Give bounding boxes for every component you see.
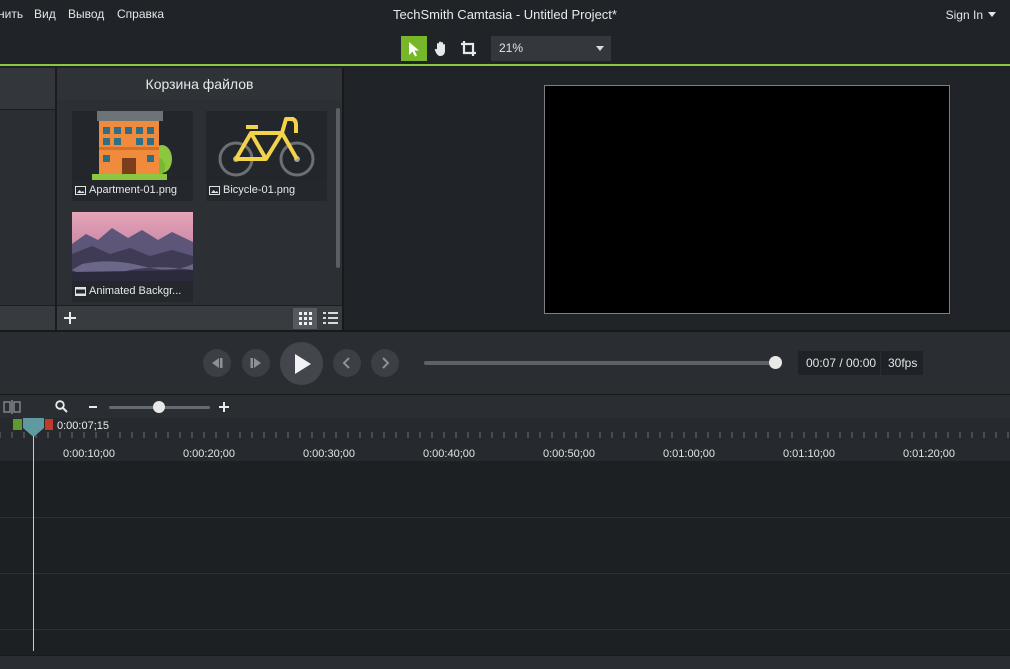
in-point-marker[interactable] <box>13 419 22 430</box>
plus-icon <box>219 402 229 412</box>
image-file-icon <box>75 185 86 195</box>
playback-controls: 00:07 / 00:00 30fps <box>0 330 1010 394</box>
zoom-out-button[interactable] <box>87 400 101 414</box>
media-thumbnail <box>72 212 193 281</box>
add-media-button[interactable] <box>61 309 79 327</box>
plus-icon <box>64 312 76 324</box>
zoom-value: 21% <box>499 41 524 55</box>
time-readout: 00:07 / 00:00 <box>798 351 880 375</box>
track-divider <box>0 573 1010 574</box>
menu-export[interactable]: Вывод <box>68 7 104 21</box>
timeline-zoom-handle[interactable] <box>153 401 165 413</box>
canvas-area <box>342 68 1010 330</box>
chevron-left-icon <box>342 357 350 369</box>
media-thumbnail <box>72 111 193 180</box>
chevron-right-icon <box>382 357 390 369</box>
mountain-landscape-image <box>72 212 193 281</box>
media-item-label: Animated Backgr... <box>75 284 191 298</box>
media-thumbnail <box>206 111 327 180</box>
timeline-ruler[interactable]: 0:00:10;00 0:00:20;00 0:00:30;00 0:00:40;00… <box>0 418 1010 461</box>
ruler-ticks <box>0 432 1009 438</box>
grid-icon <box>298 312 312 325</box>
pan-tool-button[interactable] <box>428 36 454 61</box>
ruler-label: 0:00:10;00 <box>63 448 115 460</box>
video-file-icon <box>75 286 86 296</box>
canvas-toolbar: 21% <box>0 30 1010 66</box>
hand-icon <box>434 41 445 56</box>
media-item-apartment[interactable]: Apartment-01.png <box>72 111 193 201</box>
bicycle-image <box>206 111 327 180</box>
crop-tool-button[interactable] <box>455 36 481 61</box>
media-bin-title: Корзина файлов <box>57 68 342 100</box>
list-icon <box>322 312 338 324</box>
play-icon <box>294 353 311 374</box>
ruler-label: 0:00:40;00 <box>423 448 475 460</box>
scrub-handle[interactable] <box>769 356 782 369</box>
step-forward-icon <box>250 358 261 368</box>
apartment-building-image <box>72 111 193 180</box>
menu-edit[interactable]: нить <box>0 7 23 21</box>
play-button[interactable] <box>280 342 323 385</box>
next-frame-button[interactable] <box>242 349 270 377</box>
chevron-down-icon <box>988 12 996 17</box>
ruler-label: 0:01:10;00 <box>783 448 835 460</box>
media-item-animated-background[interactable]: Animated Backgr... <box>72 212 193 302</box>
fps-readout[interactable]: 30fps <box>881 351 923 375</box>
out-point-marker[interactable] <box>45 419 53 430</box>
track-divider <box>0 517 1010 518</box>
sign-in-button[interactable]: Sign In <box>946 8 996 22</box>
select-tool-button[interactable] <box>401 36 427 61</box>
media-item-bicycle[interactable]: Bicycle-01.png <box>206 111 327 201</box>
timeline-toolbar <box>0 394 1010 418</box>
grid-view-button[interactable] <box>293 308 317 329</box>
split-button[interactable] <box>3 400 21 414</box>
zoom-to-fit-button[interactable] <box>55 400 69 414</box>
magnifier-icon <box>55 400 68 413</box>
menu-help[interactable]: Справка <box>117 7 164 21</box>
playhead-handle[interactable] <box>22 418 45 438</box>
crop-icon <box>460 41 476 56</box>
cursor-arrow-icon <box>409 41 419 56</box>
timeline-tracks[interactable] <box>0 461 1010 655</box>
previous-frame-button[interactable] <box>203 349 231 377</box>
chevron-down-icon <box>596 46 604 51</box>
panel-footer <box>0 305 56 330</box>
image-file-icon <box>209 185 220 195</box>
preview-canvas[interactable] <box>544 85 950 314</box>
track-divider <box>0 629 1010 630</box>
next-marker-button[interactable] <box>371 349 399 377</box>
media-bin-footer <box>57 305 342 330</box>
ruler-label: 0:00:50;00 <box>543 448 595 460</box>
ruler-label: 0:00:20;00 <box>183 448 235 460</box>
ruler-label: 0:01:00;00 <box>663 448 715 460</box>
sign-in-label: Sign In <box>945 8 983 22</box>
menu-bar: нить Вид Вывод Справка TechSmith Camtasi… <box>0 0 1010 30</box>
media-bin-scrollbar[interactable] <box>336 108 340 268</box>
ruler-label: 0:01:20;00 <box>903 448 955 460</box>
playhead-line <box>33 436 34 651</box>
panel-tab[interactable] <box>0 68 56 110</box>
playback-scrub-bar[interactable] <box>424 361 776 365</box>
playhead-time: 0:00:07;15 <box>57 420 109 432</box>
media-item-label: Bicycle-01.png <box>209 183 325 197</box>
ruler-label: 0:00:30;00 <box>303 448 355 460</box>
tool-tabs-panel <box>0 68 56 330</box>
minus-icon <box>89 406 97 408</box>
zoom-in-button[interactable] <box>218 400 232 414</box>
media-bin-panel: Корзина файлов Apartment-01.png Bicycle-… <box>57 68 342 330</box>
list-view-button[interactable] <box>319 308 341 329</box>
menu-view[interactable]: Вид <box>34 7 56 21</box>
timeline-horizontal-scrollbar[interactable] <box>0 655 1010 669</box>
camtasia-window: нить Вид Вывод Справка TechSmith Camtasi… <box>0 0 1010 669</box>
media-item-label: Apartment-01.png <box>75 183 191 197</box>
split-icon <box>3 400 21 414</box>
previous-marker-button[interactable] <box>333 349 361 377</box>
zoom-select[interactable]: 21% <box>491 36 611 61</box>
step-back-icon <box>212 358 223 368</box>
